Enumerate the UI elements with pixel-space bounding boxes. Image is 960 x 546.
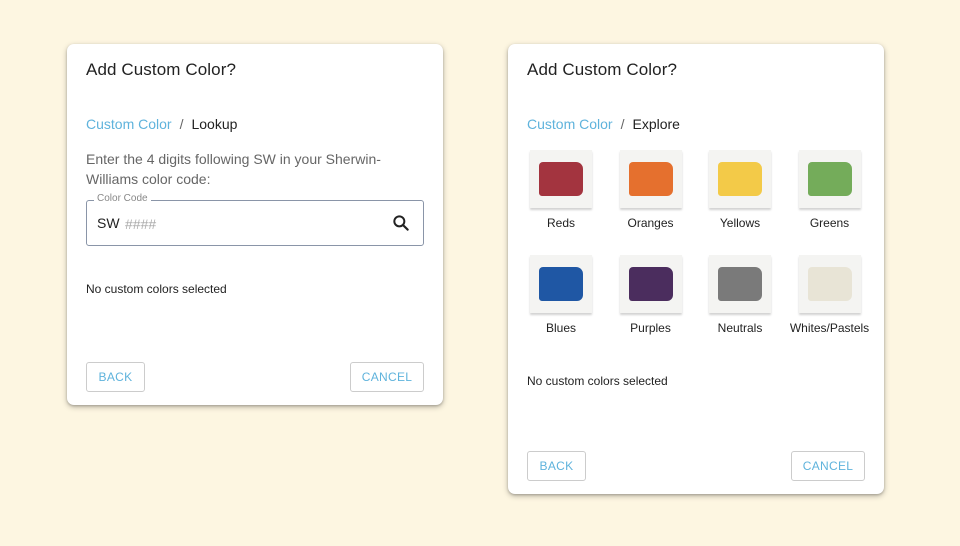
selection-status: No custom colors selected <box>86 282 227 296</box>
lookup-dialog: Add Custom Color? Custom Color / Lookup En… <box>67 44 443 405</box>
dialog-title: Add Custom Color? <box>86 60 237 79</box>
swatch-chip <box>709 255 771 313</box>
swatch-chip <box>619 255 682 313</box>
swatch-label: Oranges <box>627 216 674 230</box>
swatch-chip <box>709 150 771 208</box>
swatch-chip <box>619 150 682 208</box>
swatch-label: Whites/Pastels <box>789 321 870 335</box>
swatch-label: Yellows <box>719 216 761 230</box>
swatch-label: Blues <box>545 321 577 335</box>
search-icon[interactable] <box>391 213 411 233</box>
selection-status: No custom colors selected <box>527 374 668 388</box>
paint-stroke <box>628 267 673 301</box>
paint-stroke <box>807 267 852 301</box>
paint-stroke <box>718 267 762 301</box>
swatch-label: Reds <box>546 216 575 230</box>
color-code-label: Color Code <box>94 193 151 204</box>
breadcrumb-separator: / <box>620 116 625 132</box>
swatch-chip <box>530 150 592 208</box>
swatch-oranges[interactable]: Oranges <box>606 150 696 230</box>
paint-stroke <box>807 162 852 196</box>
swatch-blues[interactable]: Blues <box>516 255 606 335</box>
swatch-yellows[interactable]: Yellows <box>695 150 785 230</box>
back-button[interactable]: BACK <box>86 362 145 392</box>
breadcrumb-custom-color-link[interactable]: Custom Color <box>527 116 613 132</box>
explore-dialog: Add Custom Color? Custom Color / Explore R… <box>508 44 884 494</box>
swatch-whites-pastels[interactable]: Whites/Pastels <box>785 255 875 335</box>
cancel-button[interactable]: CANCEL <box>350 362 424 392</box>
back-button[interactable]: BACK <box>527 451 586 481</box>
breadcrumb-custom-color-link[interactable]: Custom Color <box>86 116 172 132</box>
dialog-title: Add Custom Color? <box>527 60 678 79</box>
breadcrumb-separator: / <box>179 116 184 132</box>
breadcrumb: Custom Color / Lookup <box>86 116 237 132</box>
swatch-chip <box>798 150 861 208</box>
cancel-button[interactable]: CANCEL <box>791 451 865 481</box>
color-code-field: Color Code SW <box>86 193 424 246</box>
breadcrumb: Custom Color / Explore <box>527 116 680 132</box>
color-code-input[interactable] <box>123 211 377 237</box>
swatch-label: Greens <box>809 216 850 230</box>
breadcrumb-current: Explore <box>632 116 680 132</box>
paint-stroke <box>718 162 762 196</box>
paint-stroke <box>539 162 583 196</box>
paint-stroke <box>539 267 583 301</box>
swatch-purples[interactable]: Purples <box>606 255 696 335</box>
sw-prefix: SW <box>97 215 120 231</box>
swatch-chip <box>798 255 861 313</box>
instructions-text: Enter the 4 digits following SW in your … <box>86 151 381 187</box>
swatch-label: Purples <box>630 321 671 335</box>
swatch-reds[interactable]: Reds <box>516 150 606 230</box>
swatch-label: Neutrals <box>717 321 763 335</box>
swatch-neutrals[interactable]: Neutrals <box>695 255 785 335</box>
swatch-greens[interactable]: Greens <box>785 150 875 230</box>
breadcrumb-current: Lookup <box>191 116 238 132</box>
swatch-chip <box>530 255 592 313</box>
paint-stroke <box>628 162 673 196</box>
